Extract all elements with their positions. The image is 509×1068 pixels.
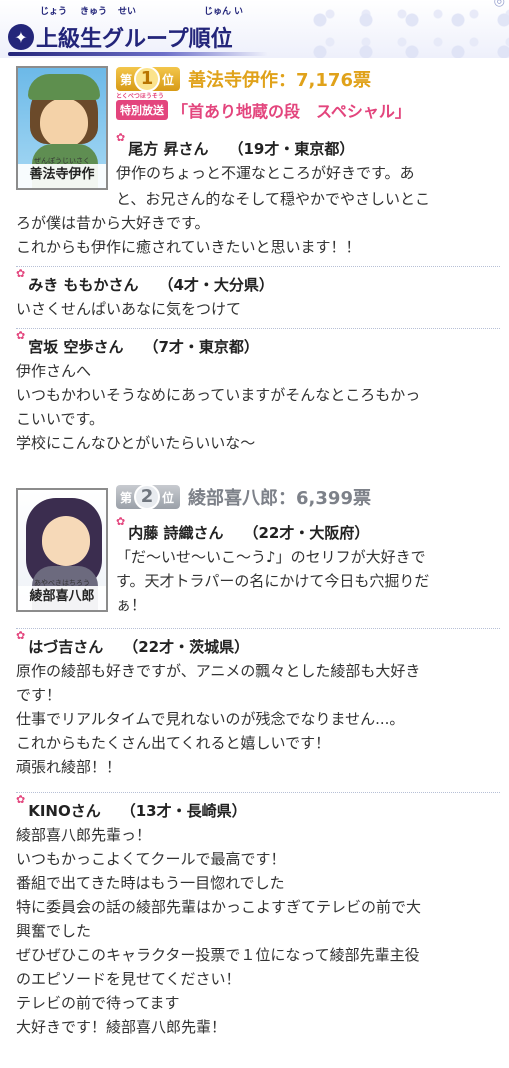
- comment-line: いつもかっこよくてクールで最高です！: [16, 850, 286, 868]
- divider: [16, 628, 500, 629]
- comment-card: ✿ 尾方 昇さん （19才・東京都） 伊作のちょっと不運なところが好きです。あ: [116, 132, 415, 185]
- comment-line: 興奮でした: [16, 922, 92, 940]
- flower-icon: ✿: [16, 267, 26, 280]
- commenter-name: 宮坂 空歩さん: [28, 338, 124, 356]
- comment-text-continued: と、お兄さん的なそして穏やかでやさしいとこ ろが僕は昔から大好きです。 これから…: [16, 187, 430, 259]
- comment-line: 番組で出てきた時はもう一目惚れでした: [16, 874, 285, 892]
- comment-line: 大好きです！綾部喜八郎先輩！: [16, 1018, 227, 1036]
- flower-icon: ✿: [16, 793, 26, 806]
- comment-line: 伊作のちょっと不運なところが好きです。あ: [116, 164, 415, 182]
- portrait-name: 綾部喜八郎: [18, 586, 106, 610]
- badge-prefix: 第: [120, 72, 133, 87]
- divider: [16, 328, 500, 329]
- badge-suffix: 位: [162, 72, 175, 87]
- page-title-text: 上級生グループ順位: [36, 27, 233, 52]
- comment-card: ✿ はづ吉さん （22才・茨城県） 原作の綾部も好きですが、アニメの飄々とした綾…: [16, 630, 420, 779]
- sparkle-icon: ✦: [8, 24, 34, 50]
- commenter-meta: （13才・長崎県）: [120, 802, 247, 820]
- special-tag-text: 特別放送: [120, 104, 164, 117]
- badge-number: 1: [134, 66, 161, 92]
- comment-line: これからもたくさん出てくれると嬉しいです！: [16, 734, 331, 752]
- divider: [16, 266, 500, 267]
- title-underline: [8, 52, 268, 56]
- rank-heading: 第 1 位 善法寺伊作：7,176票: [116, 66, 371, 92]
- commenter-meta: （7才・東京都）: [143, 338, 259, 356]
- divider: [16, 792, 500, 793]
- flower-icon: ✿: [116, 515, 126, 528]
- comment-card: ✿ みき ももかさん （4才・大分県） いさくせんぱいあなに気をつけて: [16, 268, 274, 321]
- portrait-rank-1: ぜんぽうじいさく 善法寺伊作: [16, 66, 108, 190]
- commenter-name: はづ吉さん: [28, 638, 104, 656]
- comment-line: いさくせんぱいあなに気をつけて: [16, 300, 242, 318]
- title-ruby: きゅう: [80, 7, 108, 17]
- portrait-rank-2: あやべきはちろう 綾部喜八郎: [16, 488, 108, 612]
- commenter-meta: （19才・東京都）: [228, 140, 355, 158]
- commenter-name: 内藤 詩織さん: [128, 524, 224, 542]
- comment-line: ぜひぜひこのキャラクター投票で１位になって綾部先輩主役: [16, 946, 420, 964]
- comment-line: 伊作さんへ: [16, 362, 92, 380]
- comment-line: と、お兄さん的なそして穏やかでやさしいとこ: [116, 190, 430, 208]
- comment-line: いつもかわいそうなめにあっていますがそんなところもかっ: [16, 386, 421, 404]
- comment-card: ✿ 宮坂 空歩さん （7才・東京都） 伊作さんへ いつもかわいそうなめにあってい…: [16, 330, 420, 455]
- rank-name-votes: 綾部喜八郎：6,399票: [188, 488, 371, 509]
- rank-heading: 第 2 位 綾部喜八郎：6,399票: [116, 484, 371, 510]
- commenter-meta: （4才・大分県）: [158, 276, 274, 294]
- rank-badge: 第 1 位: [116, 66, 181, 92]
- comment-line: ろが僕は昔から大好きです。: [16, 214, 210, 232]
- badge-number: 2: [134, 484, 161, 510]
- comment-line: 原作の綾部も好きですが、アニメの飄々とした綾部も大好き: [16, 662, 421, 680]
- commenter-name: 尾方 昇さん: [128, 140, 209, 158]
- special-title: 「首あり地蔵の段 スペシャル」: [172, 102, 411, 121]
- title-ruby: せい: [118, 7, 137, 17]
- comment-line: 学校にこんなひとがいたらいいな〜: [16, 434, 256, 452]
- flower-icon: ✿: [16, 329, 26, 342]
- comment-line: こいいです。: [16, 410, 105, 428]
- section-header: ◎ じょう きゅう せい じゅん い ✦ 上級生グループ順位: [0, 0, 509, 58]
- title-ruby: じょう: [40, 7, 68, 17]
- rank-badge: 第 2 位: [116, 484, 181, 510]
- commenter-name: KINOさん: [28, 802, 101, 820]
- commenter-name: みき ももかさん: [28, 276, 139, 294]
- flower-icon: ✿: [16, 629, 26, 642]
- commenter-meta: （22才・大阪府）: [243, 524, 370, 542]
- special-tag-ruby: とくべつほうそう: [116, 93, 164, 100]
- comment-line: 仕事でリアルタイムで見れないのが残念でなりません...。: [16, 710, 405, 728]
- comment-text: 伊作のちょっと不運なところが好きです。あ: [116, 161, 415, 185]
- badge-prefix: 第: [120, 490, 133, 505]
- comment-card: ✿ 内藤 詩織さん （22才・大阪府） 「だ〜いせ〜いこ〜う♪」のセリフが大好き…: [116, 516, 429, 617]
- rank-name-votes: 善法寺伊作：7,176票: [188, 70, 371, 91]
- flower-icon: ✿: [116, 131, 126, 144]
- top-link-icon[interactable]: ◎: [494, 0, 505, 9]
- comment-line: 頑張れ綾部！！: [16, 758, 122, 776]
- page-title: ✦ 上級生グループ順位: [8, 20, 233, 54]
- commenter-meta: （22才・茨城県）: [123, 638, 250, 656]
- special-tag: とくべつほうそう 特別放送: [116, 93, 168, 120]
- comment-line: のエピソードを見せてください！: [16, 970, 241, 988]
- badge-suffix: 位: [162, 490, 175, 505]
- title-ruby: じゅん: [204, 7, 232, 17]
- special-broadcast: とくべつほうそう 特別放送 「首あり地蔵の段 スペシャル」: [116, 93, 411, 122]
- portrait-name: 善法寺伊作: [18, 164, 106, 188]
- comment-line: 綾部喜八郎先輩っ！: [16, 826, 152, 844]
- comment-line: ぁ！: [116, 596, 147, 614]
- comment-card: ✿ KINOさん （13才・長崎県） 綾部喜八郎先輩っ！ いつもかっこよくてクー…: [16, 794, 421, 1039]
- title-ruby: い: [234, 7, 244, 17]
- comment-line: です！: [16, 686, 62, 704]
- comment-line: す。天才トラパーの名にかけて今日も穴掘りだ: [116, 572, 430, 590]
- comment-line: これからも伊作に癒されていきたいと思います！！: [16, 238, 361, 256]
- comment-line: 「だ〜いせ〜いこ〜う♪」のセリフが大好きで: [116, 548, 426, 566]
- header-decoration: [300, 0, 509, 58]
- comment-line: テレビの前で待ってます: [16, 994, 180, 1012]
- comment-line: 特に委員会の話の綾部先輩はかっこよすぎてテレビの前で大: [16, 898, 422, 916]
